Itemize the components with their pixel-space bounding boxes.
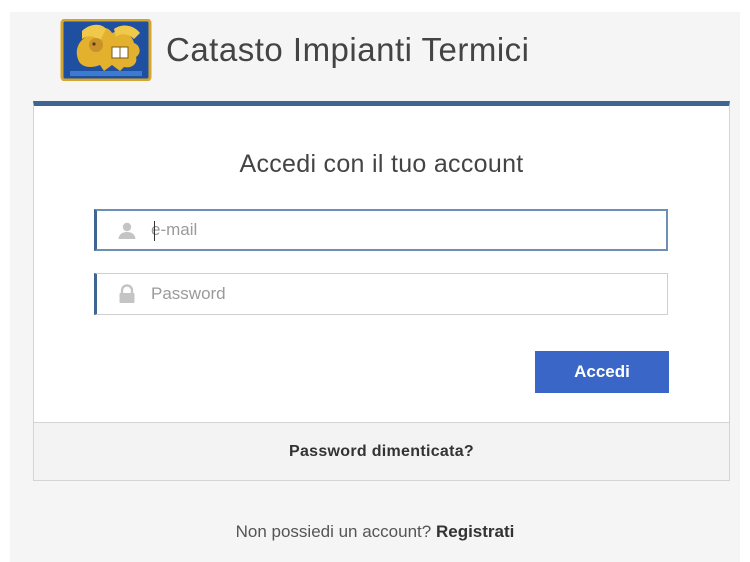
login-button[interactable]: Accedi [535, 351, 669, 393]
text-caret [154, 221, 155, 241]
user-icon [118, 222, 136, 239]
email-field[interactable] [94, 209, 668, 251]
card-footer: Password dimenticata? [34, 422, 729, 480]
signup-prompt: Non possiedi un account? [235, 522, 432, 541]
signup-line: Non possiedi un account? Registrati [0, 522, 750, 542]
app-header: Catasto Impianti Termici [60, 18, 530, 82]
password-field[interactable] [94, 273, 668, 315]
email-input[interactable] [151, 211, 666, 249]
login-heading: Accedi con il tuo account [239, 150, 524, 178]
forgot-password-link[interactable]: Password dimenticata? [289, 443, 474, 461]
password-input[interactable] [151, 274, 667, 314]
app-title: Catasto Impianti Termici [166, 31, 530, 68]
register-link[interactable]: Registrati [436, 522, 514, 541]
lock-icon [119, 284, 135, 303]
lion-crest-logo-icon [60, 19, 152, 81]
login-card: Accedi con il tuo account Accedi Passwor… [33, 101, 730, 481]
